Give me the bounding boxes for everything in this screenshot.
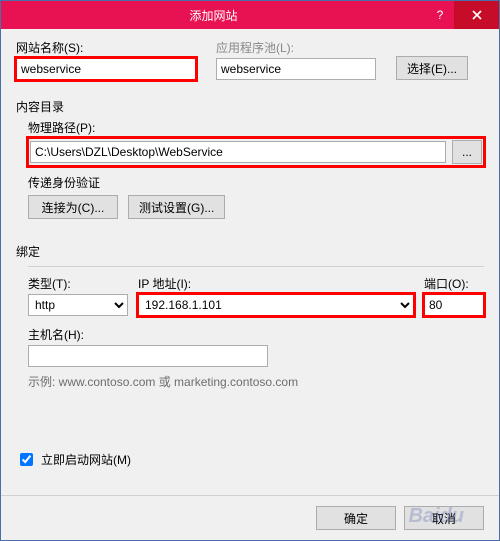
dialog-content: 网站名称(S): 应用程序池(L): 选择(E)... 内容目录 物理路径(P)… <box>1 29 499 495</box>
physical-path-input[interactable] <box>30 141 446 163</box>
ok-button[interactable]: 确定 <box>316 506 396 530</box>
hostname-label: 主机名(H): <box>28 326 484 343</box>
help-button[interactable]: ? <box>426 1 454 29</box>
port-label: 端口(O): <box>424 275 484 292</box>
select-app-pool-button[interactable]: 选择(E)... <box>396 56 468 80</box>
physical-path-label: 物理路径(P): <box>28 119 484 136</box>
start-now-checkbox[interactable] <box>20 453 33 466</box>
start-now-row: 立即启动网站(M) <box>16 450 484 469</box>
browse-button[interactable]: ... <box>452 140 482 164</box>
test-settings-button[interactable]: 测试设置(G)... <box>128 195 225 219</box>
window-title: 添加网站 <box>1 7 426 24</box>
dialog-window: 添加网站 ? 网站名称(S): 应用程序池(L): 选择(E)... 内容目录 … <box>0 0 500 541</box>
ip-label: IP 地址(I): <box>138 275 414 292</box>
binding-title: 绑定 <box>16 243 484 260</box>
cancel-button[interactable]: 取消 <box>404 506 484 530</box>
dialog-footer: 确定 取消 Baidu <box>1 495 499 540</box>
passthrough-auth-label: 传递身份验证 <box>28 174 484 191</box>
content-dir-title: 内容目录 <box>16 98 484 115</box>
hostname-input[interactable] <box>28 345 268 367</box>
site-name-label: 网站名称(S): <box>16 39 196 56</box>
ip-select[interactable]: 192.168.1.101 <box>138 294 414 316</box>
app-pool-input <box>216 58 376 80</box>
binding-group: 类型(T): http IP 地址(I): 192.168.1.101 端口(O… <box>28 266 484 390</box>
titlebar: 添加网站 ? <box>1 1 499 29</box>
site-name-input[interactable] <box>16 58 196 80</box>
type-select[interactable]: http <box>28 294 128 316</box>
close-icon <box>472 10 482 20</box>
start-now-label: 立即启动网站(M) <box>41 451 131 468</box>
type-label: 类型(T): <box>28 275 128 292</box>
hostname-example: 示例: www.contoso.com 或 marketing.contoso.… <box>28 373 484 390</box>
close-button[interactable] <box>454 1 499 29</box>
app-pool-label: 应用程序池(L): <box>216 39 376 56</box>
connect-as-button[interactable]: 连接为(C)... <box>28 195 118 219</box>
port-input[interactable] <box>424 294 484 316</box>
titlebar-buttons: ? <box>426 1 499 29</box>
